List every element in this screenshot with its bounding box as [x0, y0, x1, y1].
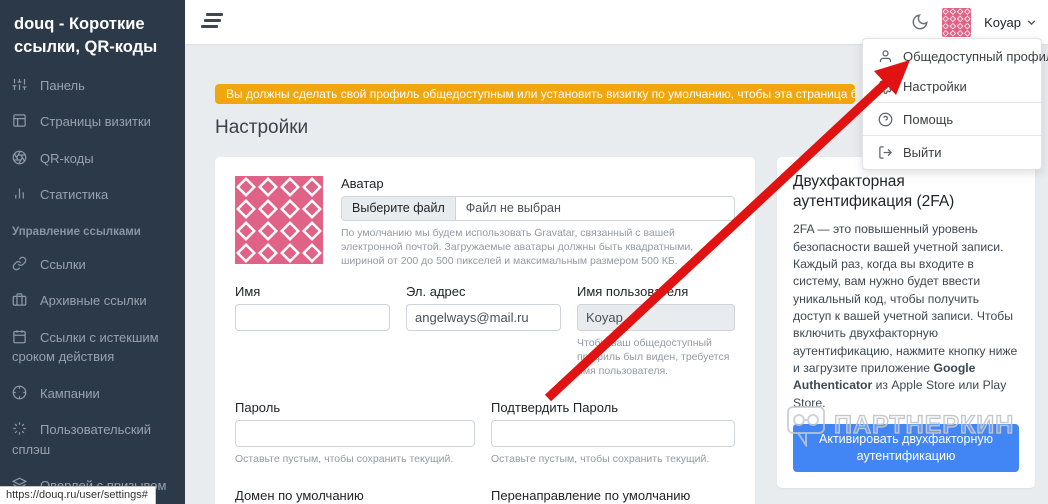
sidebar-item-label: QR-коды [40, 150, 94, 166]
sidebar-item-campaigns[interactable]: Кампании [0, 384, 185, 404]
sidebar-section-links-management: Управление ссылками [12, 225, 141, 238]
user-menu-trigger[interactable]: Koyap [984, 15, 1038, 30]
sidebar-item-label: Статистика [40, 187, 109, 203]
choose-file-button[interactable]: Выберите файл [342, 197, 456, 220]
sidebar-item-label: Ссылки с истекшим сроком действия [12, 329, 159, 365]
hamburger-menu-icon[interactable] [201, 13, 223, 30]
password-field[interactable] [235, 420, 475, 448]
logout-icon [878, 145, 893, 160]
twofa-title: Двухфакторная аутентификация (2FA) [793, 173, 955, 211]
username-field [577, 303, 735, 331]
twofa-card: Двухфакторная аутентификация (2FA) 2FA —… [777, 157, 1035, 488]
moon-icon [912, 14, 928, 30]
avatar-help-text: По умолчанию мы будем использовать Grava… [341, 227, 694, 268]
sidebar-item-links[interactable]: Ссылки [0, 255, 185, 275]
menu-divider [863, 102, 1041, 103]
sidebar-item-expired-links[interactable]: Ссылки с истекшим сроком действия [0, 328, 185, 367]
sidebar-item-qr-codes[interactable]: QR-коды [0, 149, 185, 169]
sidebar-item-label: Кампании [40, 385, 100, 401]
name-label: Имя [235, 283, 261, 299]
sidebar-item-label: Панель [40, 77, 85, 93]
menu-item-label: Общедоступный профиль [903, 48, 1048, 64]
app-title: douq - Короткие ссылки, QR-коды [14, 15, 158, 57]
password-confirm-help-text: Оставьте пустым, чтобы сохранить текущий… [491, 453, 710, 466]
menu-item-settings[interactable]: Настройки [863, 71, 1041, 101]
menu-item-label: Помощь [903, 111, 954, 127]
sidebar-item-statistics[interactable]: Статистика [0, 185, 185, 205]
menu-item-public-profile[interactable]: Общедоступный профиль [863, 41, 1048, 71]
menu-item-logout[interactable]: Выйти [863, 137, 1041, 167]
dark-mode-toggle[interactable] [911, 13, 929, 31]
username-help-text: Чтобы ваш общедоступный профиль был виде… [577, 336, 730, 377]
default-redirect-label: Перенаправление по умолчанию [491, 488, 691, 504]
file-status-text: Файл не выбран [465, 201, 561, 215]
app-window: douq - Короткие ссылки, QR-коды Панель С… [0, 0, 1048, 504]
sidebar-item-custom-splash[interactable]: Пользовательский сплэш [0, 420, 185, 459]
menu-item-label: Настройки [903, 78, 967, 94]
link-icon [12, 256, 27, 271]
password-label: Пароль [235, 400, 281, 416]
bar-chart-icon [12, 186, 27, 201]
password-confirm-label: Подтвердить Пароль [491, 400, 619, 416]
sidebar: douq - Короткие ссылки, QR-коды Панель С… [0, 0, 185, 504]
username-label: Имя пользователя [577, 283, 689, 299]
sidebar-item-label: Архивные ссылки [40, 293, 147, 309]
sidebar-item-label: Страницы визитки [40, 114, 151, 130]
user-icon [878, 49, 893, 64]
loader-icon [12, 421, 27, 436]
sidebar-item-archived-links[interactable]: Архивные ссылки [0, 291, 185, 311]
avatar-file-input[interactable]: Выберите файл Файл не выбран [341, 196, 735, 221]
avatar-preview [235, 176, 323, 264]
email-field[interactable] [406, 303, 561, 331]
avatar-label: Аватар [341, 176, 384, 191]
activate-2fa-button[interactable]: Активировать двухфакторную аутентификаци… [793, 423, 1019, 472]
user-dropdown-menu: Общедоступный профиль Настройки Помощь В… [862, 38, 1048, 170]
password-help-text: Оставьте пустым, чтобы сохранить текущий… [235, 453, 454, 466]
warning-banner: Вы должны сделать свой профиль общедосту… [215, 84, 855, 104]
settings-form-card: Аватар Выберите файл Файл не выбран По у… [215, 157, 755, 504]
calendar-icon [12, 329, 27, 344]
sidebar-item-dashboard[interactable]: Панель [0, 76, 185, 96]
chevron-down-icon [1027, 19, 1036, 25]
twofa-description: 2FA — это повышенный уровень безопасност… [793, 221, 1019, 412]
menu-item-help[interactable]: Помощь [863, 104, 1041, 134]
name-field[interactable] [235, 303, 390, 331]
password-confirm-field[interactable] [491, 420, 735, 448]
sliders-icon [12, 77, 27, 92]
avatar[interactable] [942, 7, 972, 37]
default-domain-label: Домен по умолчанию [235, 488, 364, 504]
menu-item-label: Выйти [903, 144, 942, 160]
link-url-tooltip: https://douq.ru/user/settings# [0, 486, 156, 504]
twofa-text: 2FA — это повышенный уровень безопасност… [793, 222, 1018, 375]
sidebar-item-label: Ссылки [40, 256, 86, 272]
email-label: Эл. адрес [406, 283, 466, 299]
layout-icon [12, 113, 27, 128]
crosshair-icon [12, 385, 27, 400]
sidebar-item-bio-pages[interactable]: Страницы визитки [0, 112, 185, 132]
username-label: Koyap [984, 14, 1021, 30]
sidebar-item-label: Пользовательский сплэш [12, 422, 152, 457]
help-circle-icon [878, 112, 893, 127]
menu-divider [863, 135, 1041, 136]
aperture-icon [12, 150, 27, 165]
briefcase-icon [12, 292, 27, 307]
gear-icon [878, 78, 893, 94]
